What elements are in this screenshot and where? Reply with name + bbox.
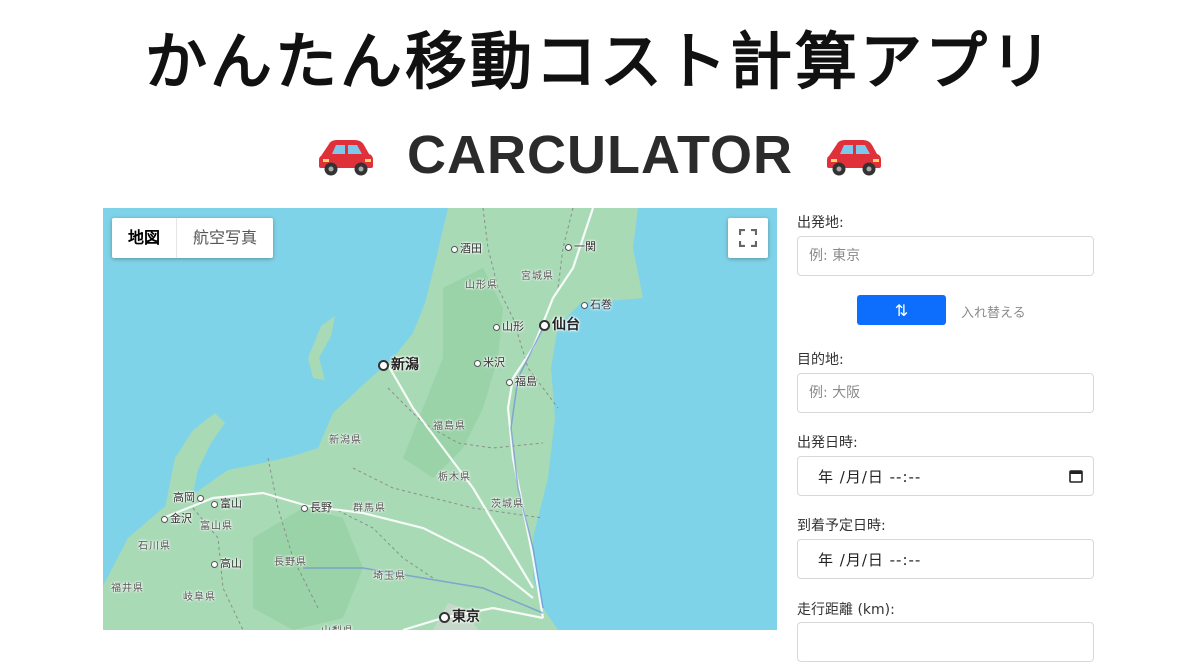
- map-label-yamagata-pref: 山形県: [465, 280, 498, 291]
- map-label-fukushima-pref: 福島県: [433, 421, 466, 432]
- map-label-sakata: 酒田: [451, 240, 482, 256]
- map-label-yonezawa: 米沢: [474, 354, 505, 370]
- distance-label: 走行距離 (km):: [797, 602, 895, 618]
- map-label-ibaraki-pref: 茨城県: [491, 499, 524, 510]
- map-type-control: 地図 航空写真: [112, 218, 274, 258]
- arrive-datetime-label: 到着予定日時:: [797, 518, 886, 534]
- map-label-nagano-pref: 長野県: [274, 557, 307, 568]
- map-label-yamagata: 山形: [493, 318, 524, 334]
- map-label-toyama: 富山: [211, 495, 242, 511]
- map-label-fukui-pref: 福井県: [111, 583, 144, 594]
- map-type-tab-satellite[interactable]: 航空写真: [177, 218, 273, 258]
- map-label-toyama-pref: 富山県: [200, 521, 233, 532]
- map-label-tochigi-pref: 栃木県: [438, 472, 471, 483]
- app-name: CARCULATOR: [407, 125, 793, 185]
- map-label-tokyo: 東京: [439, 606, 480, 626]
- swap-label: 入れ替える: [961, 306, 1026, 321]
- map-label-saitama-pref: 埼玉県: [373, 571, 406, 582]
- arrive-datetime-input[interactable]: 年 /月/日 --:--: [797, 539, 1094, 579]
- map-label-nagano: 長野: [301, 499, 332, 515]
- arrive-datetime-value: 年 /月/日 --:--: [818, 550, 922, 569]
- fullscreen-icon: [739, 229, 757, 247]
- swap-arrows-icon: ⇅: [894, 300, 909, 320]
- destination-label: 目的地:: [797, 352, 844, 368]
- depart-datetime-value: 年 /月/日 --:--: [818, 467, 922, 486]
- calendar-icon[interactable]: [1069, 469, 1083, 483]
- depart-datetime-label: 出発日時:: [797, 435, 858, 451]
- map-label-gifu-pref: 岐阜県: [183, 592, 216, 603]
- car-icon: [319, 140, 373, 176]
- map-label-miyagi-pref: 宮城県: [521, 271, 554, 282]
- map-label-ishinomaki: 石巻: [581, 296, 612, 312]
- distance-input[interactable]: [797, 622, 1094, 662]
- swap-button[interactable]: ⇅: [857, 295, 946, 325]
- car-icon: [826, 140, 881, 176]
- map-label-ichinoseki: 一関: [565, 238, 596, 254]
- fullscreen-button[interactable]: [728, 218, 768, 258]
- map-view[interactable]: 酒田 一関 山形県 宮城県 石巻 山形 仙台 新潟 米沢 福島 新潟県 福島県 …: [103, 208, 777, 630]
- app-subtitle: CARCULATOR: [0, 122, 1200, 188]
- map-label-kanazawa: 金沢: [161, 510, 192, 526]
- map-label-takayama: 高山: [211, 555, 242, 571]
- map-label-fukushima: 福島: [506, 373, 537, 389]
- map-label-sendai: 仙台: [539, 314, 580, 334]
- map-type-tab-map[interactable]: 地図: [112, 218, 178, 258]
- map-label-gunma-pref: 群馬県: [353, 503, 386, 514]
- map-label-yamanashi-pref: 山梨県: [321, 622, 354, 630]
- map-label-niigata: 新潟: [378, 354, 419, 374]
- destination-input[interactable]: [797, 373, 1094, 413]
- depart-datetime-input[interactable]: 年 /月/日 --:--: [797, 456, 1094, 496]
- map-label-takaoka: 高岡: [173, 489, 206, 505]
- page-title: かんたん移動コスト計算アプリ: [144, 25, 1055, 98]
- origin-input[interactable]: [797, 236, 1094, 276]
- map-label-ishikawa-pref: 石川県: [138, 541, 171, 552]
- map-label-niigata-pref: 新潟県: [329, 435, 362, 446]
- origin-label: 出発地:: [797, 215, 844, 231]
